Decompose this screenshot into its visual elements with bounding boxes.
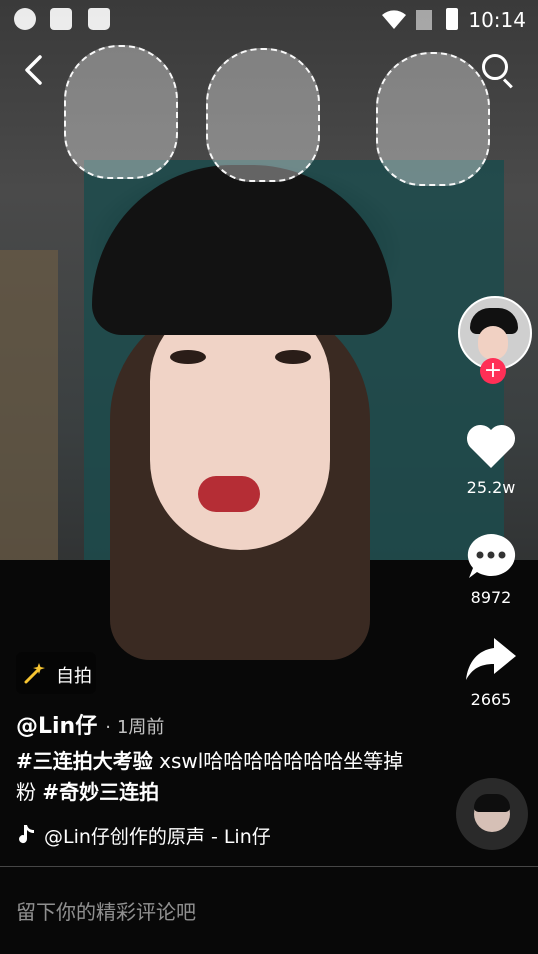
search-icon-handle xyxy=(502,78,513,89)
follow-button[interactable]: + xyxy=(480,358,506,384)
music-title: @Lin仔创作的原声 - Lin仔 xyxy=(44,826,271,848)
search-button[interactable] xyxy=(482,54,516,89)
effect-chip-label: 自拍 xyxy=(56,666,92,687)
divider xyxy=(0,866,538,867)
share-button[interactable]: 2665 xyxy=(452,636,530,709)
share-count: 2665 xyxy=(470,690,512,709)
meta-separator: · xyxy=(105,717,111,738)
hand-peace-sticker xyxy=(64,45,178,179)
hand-heart-sticker xyxy=(376,52,490,186)
magic-wand-icon xyxy=(24,663,45,684)
comment-input[interactable]: 留下你的精彩评论吧 xyxy=(16,896,196,925)
video-description: #三连拍大考验 xswl哈哈哈哈哈哈哈坐等掉粉 #奇妙三连拍 xyxy=(16,746,416,808)
video-person-eye xyxy=(170,350,206,364)
chevron-left-icon xyxy=(25,55,42,85)
comment-icon xyxy=(465,532,517,584)
effect-chip[interactable]: 自拍 xyxy=(16,652,96,694)
hand-ok-sticker xyxy=(206,48,320,182)
search-icon xyxy=(482,54,508,80)
wechat-icon xyxy=(14,8,36,30)
like-button[interactable]: 25.2w xyxy=(452,422,530,497)
comment-count: 8972 xyxy=(470,588,512,607)
bag-icon xyxy=(88,8,110,30)
like-count: 25.2w xyxy=(466,478,516,497)
author-handle[interactable]: @Lin仔 xyxy=(16,714,97,739)
post-time: 1周前 xyxy=(116,717,165,738)
battery-icon xyxy=(446,8,458,30)
heart-icon xyxy=(465,422,517,474)
video-screen[interactable]: 10:14 + 25.2w 8972 2665 自拍 @Lin仔 · 1周前 #… xyxy=(0,0,538,954)
status-bar: 10:14 xyxy=(0,0,538,38)
avatar-face xyxy=(478,326,508,360)
video-person-eye xyxy=(275,350,311,364)
video-person-face xyxy=(150,300,330,550)
app-icon xyxy=(50,8,72,30)
hashtag-link[interactable]: #奇妙三连拍 xyxy=(42,780,159,804)
disc-avatar-hat xyxy=(474,794,510,812)
back-button[interactable] xyxy=(22,54,54,88)
clock: 10:14 xyxy=(468,8,526,32)
background-shelf xyxy=(0,250,58,580)
video-person-lips xyxy=(198,476,260,512)
comment-button[interactable]: 8972 xyxy=(452,532,530,607)
wifi-icon xyxy=(382,10,406,29)
hashtag-link[interactable]: #三连拍大考验 xyxy=(16,749,153,773)
author-line: @Lin仔 · 1周前 xyxy=(16,708,456,740)
music-disc[interactable] xyxy=(456,778,528,850)
music-note-icon xyxy=(19,825,34,844)
sim-icon xyxy=(416,10,432,30)
share-arrow-icon xyxy=(464,636,518,686)
